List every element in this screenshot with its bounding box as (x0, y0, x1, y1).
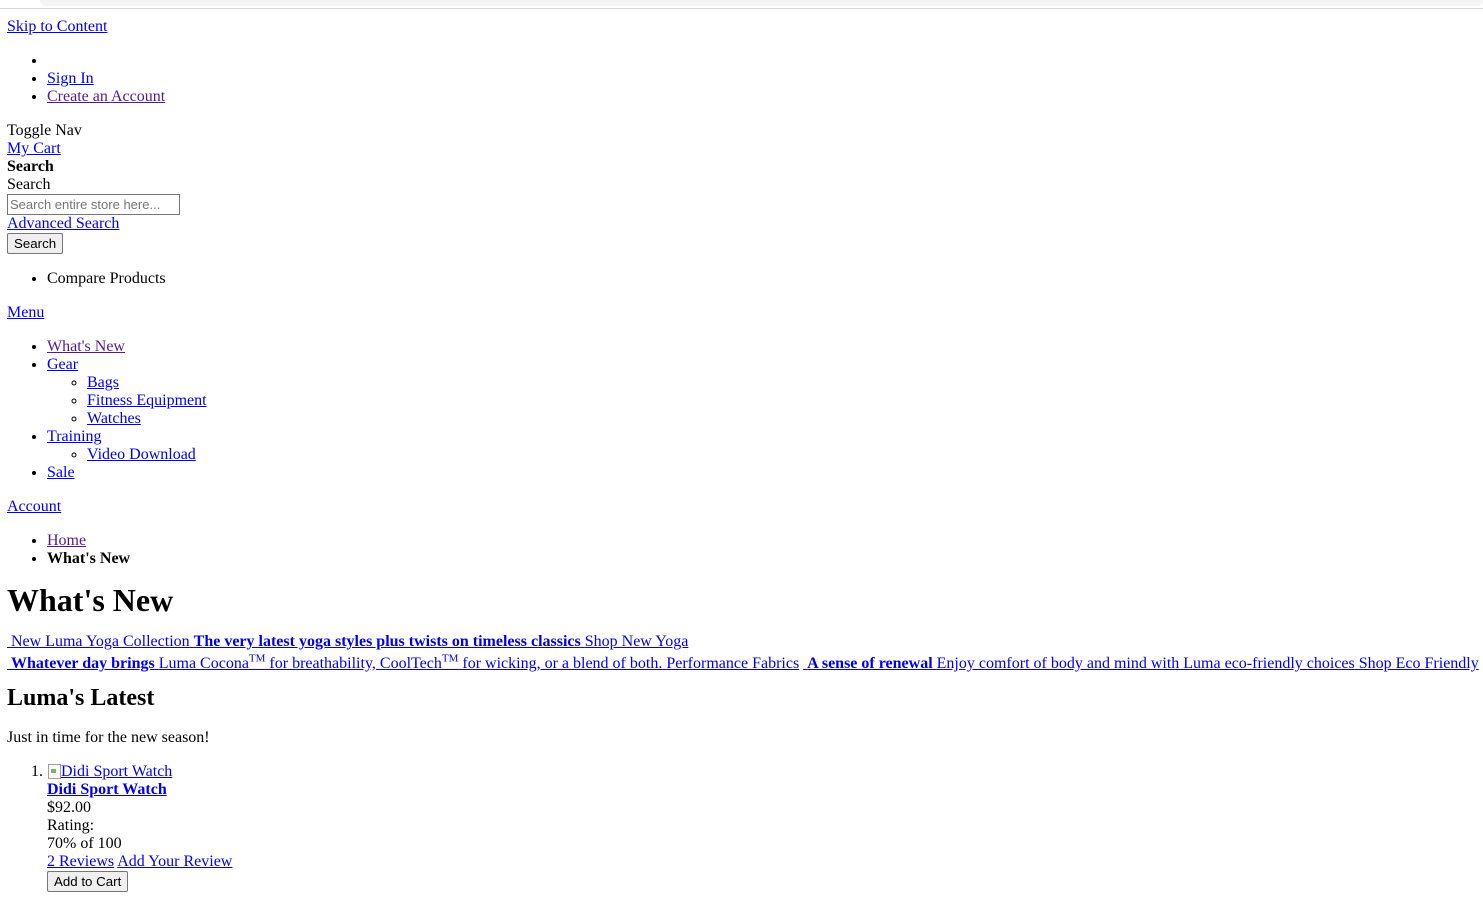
search-label: Search (7, 176, 51, 193)
promo-eco-headline2: A sense of renewal (807, 655, 933, 672)
nav-item-watches: Watches (87, 410, 1477, 428)
nav-item-whats-new: What's New (47, 338, 1477, 356)
product-rating-label: Rating: (47, 817, 95, 834)
promo-eco-text-c: for wicking, or a blend of both. (458, 655, 663, 672)
promo-yoga-link[interactable]: New Luma Yoga Collection The very latest… (7, 633, 688, 650)
nav-item-gear: Gear Bags Fitness Equipment Watches (47, 356, 1477, 428)
promo-eco-fabrics-link[interactable]: Whatever day brings Luma CoconaTM for br… (7, 652, 800, 672)
nav-item-video: Video Download (87, 446, 1477, 464)
nav-link-fitness-equipment[interactable]: Fitness Equipment (87, 392, 207, 409)
trademark-mark: TM (441, 652, 459, 665)
add-review-link[interactable]: Add Your Review (117, 853, 232, 870)
account-link[interactable]: Account (7, 498, 1477, 516)
product-image-link[interactable]: Didi Sport Watch (47, 763, 1477, 781)
search-button[interactable]: Search (7, 233, 64, 254)
promo-eco-text-b: for breathability, CoolTech (265, 655, 442, 672)
browser-top-divider (0, 8, 1483, 9)
sign-in-link[interactable]: Sign In (47, 70, 94, 87)
nav-link-whats-new[interactable]: What's New (47, 338, 125, 355)
main-nav: What's New Gear Bags Fitness Equipment W… (7, 338, 1477, 482)
add-to-cart-button[interactable]: Add to Cart (47, 871, 129, 892)
nav-link-gear[interactable]: Gear (47, 356, 78, 373)
latest-subtitle: Just in time for the new season! (7, 729, 210, 746)
broken-image-icon (47, 763, 61, 779)
compare-products-item: Compare Products (47, 270, 1477, 288)
create-account-link[interactable]: Create an Account (47, 88, 165, 105)
breadcrumb-current: What's New (47, 550, 1477, 568)
breadcrumb: Home What's New (7, 532, 1477, 568)
nav-link-video-download[interactable]: Video Download (87, 446, 196, 463)
page-title: What's New (7, 582, 174, 618)
promo-yoga-cta: Shop New Yoga (584, 633, 689, 650)
search-block-title: Search (7, 158, 54, 175)
toggle-nav[interactable]: Toggle Nav (7, 122, 1477, 140)
skip-to-content-link[interactable]: Skip to Content (7, 18, 1477, 36)
promo-eco-text-d: Performance Fabrics (666, 655, 800, 672)
search-field-row (7, 194, 1477, 215)
product-item: Didi Sport Watch Didi Sport Watch $92.00… (47, 763, 1477, 892)
menu-link[interactable]: Menu (7, 304, 1477, 322)
page-content: Skip to Content Sign In Create an Accoun… (7, 18, 1479, 892)
promo-eco-text-2: Enjoy comfort of body and mind with Luma… (936, 655, 1355, 672)
product-list: Didi Sport Watch Didi Sport Watch $92.00… (7, 763, 1477, 892)
my-cart-link[interactable]: My Cart (7, 140, 1477, 158)
search-button-row: Search (7, 233, 1477, 255)
search-input[interactable] (7, 194, 180, 215)
account-link-sign-in: Sign In (47, 70, 1477, 88)
browser-top-shade (40, 0, 1483, 6)
promo-yoga-title: New Luma Yoga Collection (11, 633, 190, 650)
product-name-link[interactable]: Didi Sport Watch (47, 781, 1477, 799)
product-price: $92.00 (47, 799, 91, 816)
gear-submenu: Bags Fitness Equipment Watches (47, 374, 1477, 428)
nav-item-bags: Bags (87, 374, 1477, 392)
promo-eco: Whatever day brings Luma CoconaTM for br… (7, 652, 1479, 675)
promo-eco-headline1: Whatever day brings (11, 655, 155, 672)
promo-yoga-headline: The very latest yoga styles plus twists … (193, 633, 581, 650)
latest-heading: Luma's Latest (7, 685, 155, 711)
nav-item-sale: Sale (47, 464, 1477, 482)
product-reviews-row: 2 Reviews Add Your Review (47, 853, 1477, 871)
account-link-empty (47, 52, 1477, 70)
breadcrumb-home: Home (47, 532, 1477, 550)
promo-eco-renewal-link[interactable]: A sense of renewal Enjoy comfort of body… (803, 655, 1479, 672)
promo-yoga: New Luma Yoga Collection The very latest… (7, 631, 1477, 653)
nav-link-watches[interactable]: Watches (87, 410, 141, 427)
nav-link-training[interactable]: Training (47, 428, 102, 445)
product-rating-value: 70% of 100 (47, 835, 122, 852)
add-to-cart-row: Add to Cart (47, 871, 1477, 892)
nav-link-sale[interactable]: Sale (47, 464, 75, 481)
promo-eco-cta: Shop Eco Friendly (1358, 655, 1479, 672)
training-submenu: Video Download (47, 446, 1477, 464)
advanced-search-link[interactable]: Advanced Search (7, 215, 1477, 233)
trademark-mark: TM (248, 652, 266, 665)
breadcrumb-home-link[interactable]: Home (47, 532, 86, 549)
nav-item-training: Training Video Download (47, 428, 1477, 464)
nav-item-fitness: Fitness Equipment (87, 392, 1477, 410)
account-link-create: Create an Account (47, 88, 1477, 106)
promo-eco-text-a: Luma Cocona (158, 655, 249, 672)
nav-link-bags[interactable]: Bags (87, 374, 119, 391)
product-reviews-link[interactable]: 2 Reviews (47, 853, 114, 870)
compare-products-list: Compare Products (7, 270, 1477, 288)
account-links: Sign In Create an Account (7, 52, 1477, 106)
product-image-alt: Didi Sport Watch (61, 763, 173, 780)
